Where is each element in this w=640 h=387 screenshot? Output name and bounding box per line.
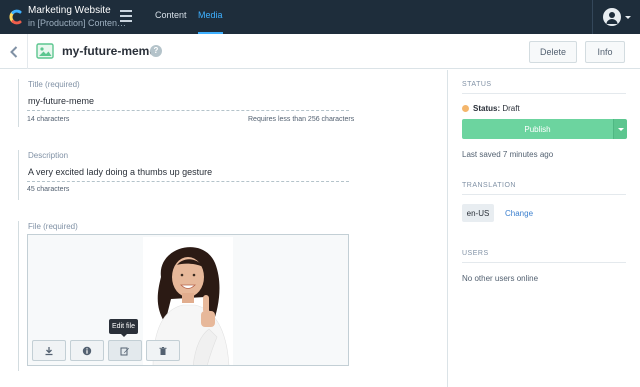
status-badge: Status: Draft <box>473 104 520 113</box>
status-heading: STATUS <box>462 81 492 88</box>
file-preview <box>27 234 349 366</box>
edit-file-button[interactable] <box>108 340 142 361</box>
users-divider <box>462 262 626 263</box>
help-icon[interactable]: ? <box>150 45 162 57</box>
description-underline <box>27 181 349 182</box>
translation-divider <box>462 194 626 195</box>
draft-status-icon <box>462 105 469 112</box>
space-selector[interactable]: Marketing Website in [Production] Conten… <box>28 4 126 30</box>
hamburger-menu-icon[interactable] <box>120 10 132 22</box>
space-environment: in [Production] Conten… <box>28 18 127 28</box>
info-button[interactable]: Info <box>585 41 625 63</box>
delete-button[interactable]: Delete <box>529 41 577 63</box>
publish-options-button[interactable] <box>613 119 627 139</box>
tab-content[interactable]: Content <box>155 0 187 34</box>
page-title: my-future-meme <box>62 44 157 58</box>
entity-header: my-future-meme ? Delete Info <box>0 34 640 69</box>
account-menu[interactable] <box>592 0 640 34</box>
file-field-label: File (required) <box>28 222 78 231</box>
last-saved-text: Last saved 7 minutes ago <box>462 150 554 159</box>
title-field-label: Title (required) <box>28 80 80 89</box>
trash-icon <box>159 346 167 355</box>
description-field-label: Description <box>28 151 69 160</box>
title-underline <box>27 110 349 111</box>
status-divider <box>462 93 626 94</box>
status-value: Draft <box>502 104 520 113</box>
entity-editor: Title (required) my-future-meme 14 chara… <box>0 70 447 387</box>
back-button[interactable] <box>0 34 28 69</box>
title-input[interactable]: my-future-meme <box>28 96 358 106</box>
tab-media[interactable]: Media <box>198 0 223 34</box>
change-locale-link[interactable]: Change <box>505 209 533 218</box>
description-char-count: 45 characters <box>27 186 70 193</box>
download-file-button[interactable] <box>32 340 66 361</box>
info-icon <box>82 346 92 355</box>
title-char-count: 14 characters <box>27 116 70 123</box>
space-name: Marketing Website <box>28 5 111 16</box>
entity-sidebar: STATUS Status: Draft Publish Last saved … <box>447 70 640 387</box>
edit-icon <box>120 347 129 355</box>
title-char-limit: Requires less than 256 characters <box>248 116 355 123</box>
translation-heading: TRANSLATION <box>462 182 516 189</box>
top-navigation-bar: Marketing Website in [Production] Conten… <box>0 0 640 34</box>
delete-file-button[interactable] <box>146 340 180 361</box>
no-users-text: No other users online <box>462 274 539 283</box>
description-input[interactable]: A very excited lady doing a thumbs up ge… <box>28 167 358 177</box>
publish-button[interactable]: Publish <box>462 119 613 139</box>
media-asset-icon <box>36 42 54 60</box>
edit-file-tooltip: Edit file <box>109 319 138 337</box>
users-heading: USERS <box>462 250 489 257</box>
locale-badge: en-US <box>462 204 494 222</box>
download-icon <box>45 346 53 355</box>
file-info-button[interactable] <box>70 340 104 361</box>
chevron-left-icon <box>9 45 17 58</box>
status-label: Status: <box>473 104 501 113</box>
chevron-down-icon <box>617 127 624 131</box>
chevron-down-icon <box>624 15 631 19</box>
avatar <box>602 8 621 26</box>
